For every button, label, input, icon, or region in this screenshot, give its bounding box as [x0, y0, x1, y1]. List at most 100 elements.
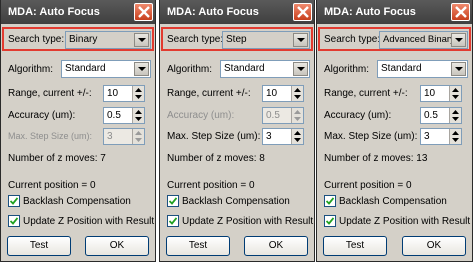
range-value: 10 [107, 88, 119, 99]
spin-down-icon [135, 138, 142, 142]
title-bar[interactable]: MDA: Auto Focus [1, 0, 155, 24]
chevron-down-icon [451, 62, 466, 76]
title-bar[interactable]: MDA: Auto Focus [160, 0, 314, 24]
backlash-label: Backlash Compensation [339, 196, 447, 207]
accuracy-label: Accuracy (um): [8, 110, 76, 121]
range-label: Range, current +/-: [167, 88, 251, 99]
backlash-checkbox[interactable] [324, 195, 336, 207]
test-button[interactable]: Test [7, 236, 71, 256]
range-value: 10 [424, 88, 436, 99]
chevron-down-icon [451, 33, 466, 47]
z-moves-text: Number of z moves: 8 [167, 153, 265, 164]
ok-button[interactable]: OK [85, 236, 149, 256]
range-spinner[interactable]: 10 [420, 85, 462, 102]
auto-focus-dialog-binary: MDA: Auto Focus Search type: Binary Algo… [0, 0, 156, 262]
search-type-label: Search type: [8, 34, 65, 45]
update-z-checkbox[interactable] [167, 215, 179, 227]
backlash-label: Backlash Compensation [23, 196, 131, 207]
search-type-label: Search type: [167, 34, 224, 45]
spin-up-icon[interactable] [294, 131, 301, 135]
spin-down-icon[interactable] [294, 95, 301, 99]
close-icon [297, 6, 309, 18]
spin-down-icon[interactable] [452, 117, 459, 121]
range-label: Range, current +/-: [8, 88, 92, 99]
spin-up-icon[interactable] [452, 110, 459, 114]
ok-button[interactable]: OK [402, 236, 466, 256]
max-step-label: Max. Step Size (um): [8, 131, 93, 141]
checkmark-icon [169, 217, 177, 225]
algorithm-value: Standard [65, 63, 106, 74]
backlash-checkbox[interactable] [167, 195, 179, 207]
close-icon [455, 6, 467, 18]
close-button[interactable] [451, 3, 470, 21]
chevron-down-icon [134, 62, 149, 76]
auto-focus-dialog-step: MDA: Auto Focus Search type: Step Algori… [159, 0, 315, 262]
spin-down-icon[interactable] [135, 95, 142, 99]
algorithm-label: Algorithm: [8, 64, 54, 75]
search-type-value: Step [226, 34, 247, 45]
search-type-select[interactable]: Advanced Binary [379, 31, 468, 49]
test-button[interactable]: Test [323, 236, 387, 256]
window-title: MDA: Auto Focus [324, 6, 416, 18]
chevron-down-icon [134, 33, 149, 47]
accuracy-label: Accuracy (um): [167, 110, 235, 121]
algorithm-select[interactable]: Standard [220, 60, 310, 78]
accuracy-value: 0.5 [107, 110, 121, 121]
range-spinner[interactable]: 10 [262, 85, 304, 102]
z-moves-text: Number of z moves: 13 [324, 153, 428, 164]
checkmark-icon [326, 197, 334, 205]
accuracy-spinner[interactable]: 0.5 [103, 107, 145, 124]
z-moves-text: Number of z moves: 7 [8, 153, 106, 164]
spin-up-icon [135, 131, 142, 135]
spin-up-icon[interactable] [135, 110, 142, 114]
window-title: MDA: Auto Focus [8, 6, 100, 18]
algorithm-select[interactable]: Standard [377, 60, 468, 78]
range-spinner[interactable]: 10 [103, 85, 145, 102]
current-position-text: Current position = 0 [324, 180, 412, 191]
algorithm-label: Algorithm: [167, 64, 213, 75]
search-type-select[interactable]: Step [222, 31, 310, 49]
spin-up-icon[interactable] [135, 88, 142, 92]
algorithm-value: Standard [381, 63, 422, 74]
checkmark-icon [169, 197, 177, 205]
max-step-value: 3 [424, 131, 430, 142]
spin-up-icon[interactable] [452, 88, 459, 92]
test-button[interactable]: Test [166, 236, 230, 256]
backlash-label: Backlash Compensation [182, 196, 290, 207]
range-value: 10 [266, 88, 278, 99]
auto-focus-dialog-advanced-binary: MDA: Auto Focus Search type: Advanced Bi… [316, 0, 473, 262]
close-button[interactable] [293, 3, 312, 21]
close-icon [138, 6, 150, 18]
update-z-checkbox[interactable] [8, 215, 20, 227]
max-step-spinner: 3 [103, 128, 145, 145]
spin-down-icon[interactable] [294, 138, 301, 142]
update-z-checkbox[interactable] [324, 215, 336, 227]
algorithm-value: Standard [224, 63, 265, 74]
title-bar[interactable]: MDA: Auto Focus [317, 0, 472, 24]
accuracy-spinner[interactable]: 0.5 [420, 107, 462, 124]
spin-up-icon[interactable] [294, 88, 301, 92]
chevron-down-icon [293, 62, 308, 76]
max-step-label: Max. Step Size (um): [324, 131, 418, 142]
spin-up-icon [294, 110, 301, 114]
ok-button[interactable]: OK [244, 236, 308, 256]
max-step-spinner[interactable]: 3 [420, 128, 462, 145]
spin-down-icon [294, 117, 301, 121]
window-title: MDA: Auto Focus [167, 6, 259, 18]
backlash-checkbox[interactable] [8, 195, 20, 207]
algorithm-select[interactable]: Standard [61, 60, 151, 78]
update-z-label: Update Z Position with Result [182, 216, 314, 227]
current-position-text: Current position = 0 [167, 180, 255, 191]
spin-down-icon[interactable] [452, 138, 459, 142]
search-type-select[interactable]: Binary [65, 31, 151, 49]
checkmark-icon [10, 217, 18, 225]
spin-down-icon[interactable] [452, 95, 459, 99]
range-label: Range, current +/-: [324, 88, 408, 99]
update-z-label: Update Z Position with Result [339, 216, 471, 227]
close-button[interactable] [134, 3, 153, 21]
max-step-value: 3 [266, 131, 272, 142]
spin-down-icon[interactable] [135, 117, 142, 121]
max-step-spinner[interactable]: 3 [262, 128, 304, 145]
spin-up-icon[interactable] [452, 131, 459, 135]
update-z-label: Update Z Position with Result [23, 216, 155, 227]
